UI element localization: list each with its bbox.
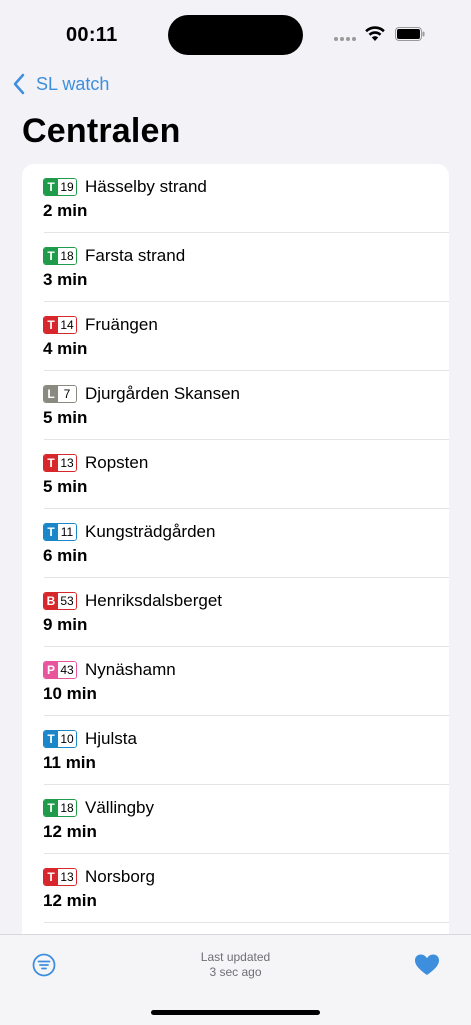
destination-name: Djurgården Skansen	[85, 384, 240, 403]
chevron-left-icon	[13, 73, 25, 95]
departures-list[interactable]: T 19 Hässelby strand 2 min T 18 Farsta strand 3…	[22, 164, 449, 934]
line-mode: T	[44, 317, 58, 333]
destination-name: Hässelby strand	[85, 177, 207, 196]
departure-header: P 43 Nynäshamn	[43, 660, 176, 680]
departure-time: 9 min	[43, 615, 88, 634]
departure-row[interactable]: B 53 Henriksdalsberget 9 min	[22, 578, 449, 647]
back-button[interactable]: SL watch	[12, 70, 109, 98]
departure-header: T 19 Hässelby strand	[43, 177, 207, 197]
line-number: 7	[58, 386, 76, 402]
departure-row[interactable]: T 14 Fruängen 4 min	[22, 302, 449, 371]
line-badge: P 43	[43, 661, 77, 679]
line-mode: P	[44, 662, 58, 678]
line-number: 53	[58, 593, 76, 609]
line-mode: B	[44, 593, 58, 609]
line-badge: T 13	[43, 868, 77, 886]
last-updated-status: Last updated 3 sec ago	[0, 950, 471, 980]
line-mode: L	[44, 386, 58, 402]
line-badge: T 13	[43, 454, 77, 472]
departure-row[interactable]: T 13 Ropsten 5 min	[22, 440, 449, 509]
wifi-icon	[365, 26, 385, 41]
departure-time: 12 min	[43, 891, 97, 910]
departure-time: 11 min	[43, 753, 96, 772]
destination-name: Hjulsta	[85, 729, 137, 748]
destination-name: Ropsten	[85, 453, 149, 472]
back-button-label: SL watch	[36, 73, 110, 94]
departure-time: 3 min	[43, 270, 88, 289]
departure-row[interactable]: T 19 Hässelby strand 2 min	[22, 164, 449, 233]
status-bar: 00:11	[0, 0, 471, 70]
destination-name: Fruängen	[85, 315, 158, 334]
destination-name: Henriksdalsberget	[85, 591, 223, 610]
line-badge: L7	[43, 385, 77, 403]
line-mode: T	[44, 248, 58, 264]
line-mode: T	[44, 800, 58, 816]
destination-name: Farsta strand	[85, 246, 186, 265]
line-badge: T 18	[43, 799, 77, 817]
departure-row[interactable]: T 18 Farsta strand 3 min	[22, 233, 449, 302]
departure-header: T 14 Fruängen	[43, 315, 158, 335]
heart-icon[interactable]	[414, 953, 440, 977]
page-title: Centralen	[22, 112, 181, 150]
line-mode: T	[44, 179, 58, 195]
line-number: 19	[58, 179, 76, 195]
departure-header: T 13 Norsborg	[43, 867, 155, 887]
line-badge: B 53	[43, 592, 77, 610]
departure-row[interactable]: T 11 Kungsträdgården 6 min	[22, 509, 449, 578]
last-updated-time: 3 sec ago	[209, 965, 262, 979]
destination-name: Vällingby	[85, 798, 154, 817]
line-number: 10	[58, 731, 76, 747]
line-number: 11	[58, 524, 76, 540]
line-mode: T	[44, 869, 58, 885]
destination-name: Nynäshamn	[85, 660, 176, 679]
last-updated-label: Last updated	[200, 950, 271, 964]
departure-header: T 13 Ropsten	[43, 453, 148, 473]
departure-time: 12 min	[43, 822, 97, 841]
departure-header: B 53 Henriksdalsberget	[43, 591, 222, 611]
departure-header: L 7 Djurgården Skansen	[43, 384, 240, 404]
departure-header: T 18 Farsta strand	[43, 246, 185, 266]
departure-time: 5 min	[43, 408, 88, 427]
line-badge: T 14	[43, 316, 77, 334]
dynamic-island	[168, 15, 303, 55]
departure-header: T 11 Kungsträdgården	[43, 522, 215, 542]
line-badge: T 19	[43, 178, 77, 196]
departure-time: 2 min	[43, 201, 88, 220]
departure-time: 6 min	[43, 546, 88, 565]
line-mode: T	[44, 455, 58, 471]
cellular-signal-icon	[334, 37, 356, 41]
home-indicator	[151, 1010, 320, 1015]
line-number: 18	[58, 800, 76, 816]
line-number: 18	[58, 248, 76, 264]
line-number: 13	[58, 869, 76, 885]
line-number: 13	[58, 455, 76, 471]
line-badge: T 10	[43, 730, 77, 748]
line-badge: T 18	[43, 247, 77, 265]
departure-row[interactable]: T 18 Vällingby 12 min	[22, 785, 449, 854]
departure-header: T 10 Hjulsta	[43, 729, 137, 749]
line-badge: T 11	[43, 523, 77, 541]
line-mode: T	[44, 731, 58, 747]
departure-row[interactable]: P 43 Nynäshamn 10 min	[22, 647, 449, 716]
line-number: 14	[58, 317, 76, 333]
line-number: 43	[58, 662, 76, 678]
departure-header: T 18 Vällingby	[43, 798, 154, 818]
departure-time: 5 min	[43, 477, 88, 496]
departure-row[interactable]: T 13 Norsborg 12 min	[22, 854, 449, 923]
departure-time: 10 min	[43, 684, 97, 703]
departure-row[interactable]: T 10 Hjulsta 11 min	[22, 716, 449, 785]
destination-name: Norsborg	[85, 867, 155, 886]
line-mode: T	[44, 524, 58, 540]
departure-time: 4 min	[43, 339, 88, 358]
status-time: 00:11	[66, 24, 118, 46]
departure-row[interactable]: L 7 Djurgården Skansen 5 min	[22, 371, 449, 440]
battery-icon	[395, 27, 425, 41]
destination-name: Kungsträdgården	[85, 522, 216, 541]
